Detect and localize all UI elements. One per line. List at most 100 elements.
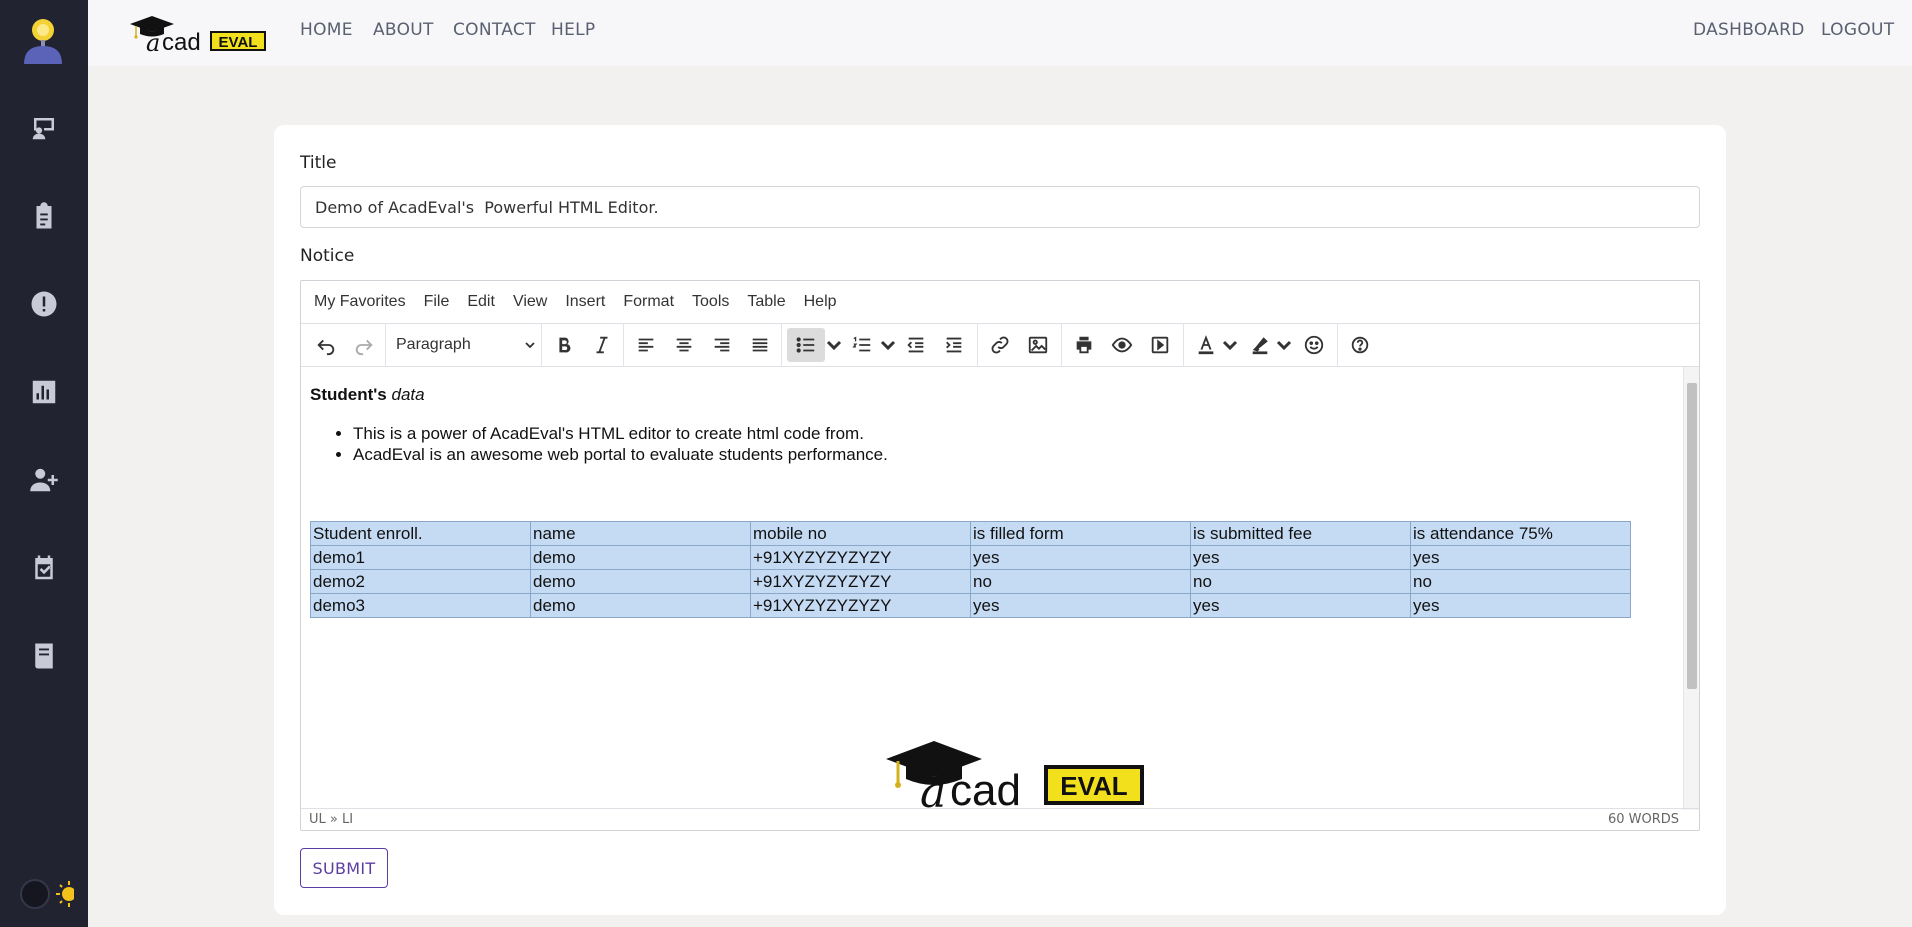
menu-edit[interactable]: Edit: [467, 293, 495, 311]
bullet-list-icon[interactable]: [787, 328, 825, 362]
table-cell[interactable]: Student enroll.: [310, 521, 531, 546]
content-heading: Student's data: [310, 385, 425, 404]
outdent-icon[interactable]: [899, 328, 933, 362]
menu-format[interactable]: Format: [623, 293, 674, 311]
table-cell[interactable]: demo: [530, 545, 751, 570]
preview-icon[interactable]: [1105, 328, 1139, 362]
chevron-down-icon: [525, 342, 535, 349]
menu-tools[interactable]: Tools: [692, 293, 729, 311]
block-format-select[interactable]: Paragraph: [396, 328, 536, 362]
table-cell[interactable]: demo: [530, 593, 751, 618]
align-right-icon[interactable]: [705, 328, 739, 362]
block-format-value: Paragraph: [396, 336, 471, 353]
nav-about[interactable]: ABOUT: [373, 20, 434, 40]
table-row: demo3 demo +91XYZYZYZYZY yes yes yes: [310, 593, 1631, 618]
bullet-list: This is a power of AcadEval's HTML edito…: [353, 423, 888, 465]
text-color-chevron-icon[interactable]: [1221, 328, 1239, 362]
add-user-icon[interactable]: [24, 460, 64, 500]
table-cell[interactable]: no: [1410, 569, 1631, 594]
media-icon[interactable]: [1143, 328, 1177, 362]
table-cell[interactable]: is submitted fee: [1190, 521, 1411, 546]
sidebar: [0, 0, 88, 927]
bold-icon[interactable]: [547, 328, 581, 362]
image-icon[interactable]: [1021, 328, 1055, 362]
table-cell[interactable]: yes: [970, 545, 1191, 570]
submit-button[interactable]: SUBMIT: [300, 848, 388, 888]
book-icon[interactable]: [24, 636, 64, 676]
align-center-icon[interactable]: [667, 328, 701, 362]
link-icon[interactable]: [983, 328, 1017, 362]
table-cell[interactable]: is attendance 75%: [1410, 521, 1631, 546]
content-acadeval-logo: a cad EVAL: [886, 739, 1146, 818]
acadeval-logo[interactable]: a cad EVAL: [128, 14, 268, 57]
notice-label: Notice: [300, 246, 355, 266]
menu-table[interactable]: Table: [747, 293, 785, 311]
undo-icon[interactable]: [309, 328, 343, 362]
table-cell[interactable]: yes: [970, 593, 1191, 618]
table-cell[interactable]: yes: [1190, 593, 1411, 618]
nav-home[interactable]: HOME: [300, 20, 353, 40]
table-cell[interactable]: no: [970, 569, 1191, 594]
menu-my-favorites[interactable]: My Favorites: [314, 293, 406, 311]
svg-text:a: a: [146, 29, 160, 54]
top-navbar: a cad EVAL HOME ABOUT CONTACT HELP DASHB…: [88, 0, 1912, 66]
table-cell[interactable]: demo: [530, 569, 751, 594]
redo-icon[interactable]: [347, 328, 381, 362]
calendar-check-icon[interactable]: [24, 548, 64, 588]
editor-content[interactable]: Student's data This is a power of AcadEv…: [301, 367, 1683, 818]
table-cell[interactable]: demo2: [310, 569, 531, 594]
align-justify-icon[interactable]: [743, 328, 777, 362]
editor-statusbar: UL » LI 60 WORDS: [301, 808, 1699, 830]
scrollbar-thumb[interactable]: [1687, 383, 1697, 689]
table-cell[interactable]: mobile no: [750, 521, 971, 546]
editor-scrollbar[interactable]: [1683, 367, 1699, 810]
nav-contact[interactable]: CONTACT: [453, 20, 536, 40]
help-icon[interactable]: [1343, 328, 1377, 362]
alert-icon[interactable]: [24, 284, 64, 324]
theme-toggle[interactable]: [18, 877, 82, 913]
table-cell[interactable]: yes: [1410, 545, 1631, 570]
numbered-list-icon[interactable]: [845, 328, 879, 362]
clipboard-icon[interactable]: [24, 196, 64, 236]
table-cell[interactable]: +91XYZYZYZYZY: [750, 569, 971, 594]
editor-menubar: My Favorites File Edit View Insert Forma…: [301, 281, 1699, 324]
title-label: Title: [300, 153, 337, 173]
table-cell[interactable]: is filled form: [970, 521, 1191, 546]
table-row: demo1 demo +91XYZYZYZYZY yes yes yes: [310, 545, 1631, 570]
classroom-icon[interactable]: [24, 108, 64, 148]
highlight-icon[interactable]: [1243, 328, 1277, 362]
element-path[interactable]: UL » LI: [309, 812, 353, 827]
italic-icon[interactable]: [585, 328, 619, 362]
emoji-icon[interactable]: [1297, 328, 1331, 362]
word-count[interactable]: 60 WORDS: [1608, 812, 1679, 827]
menu-help[interactable]: Help: [804, 293, 837, 311]
editor-toolbar: Paragraph: [301, 324, 1699, 367]
svg-text:EVAL: EVAL: [219, 34, 258, 51]
table-cell[interactable]: yes: [1190, 545, 1411, 570]
chart-icon[interactable]: [24, 372, 64, 412]
bullet-list-chevron-icon[interactable]: [825, 328, 843, 362]
indent-icon[interactable]: [937, 328, 971, 362]
text-color-icon[interactable]: [1189, 328, 1223, 362]
table-cell[interactable]: demo1: [310, 545, 531, 570]
nav-dashboard[interactable]: DASHBOARD: [1693, 20, 1805, 40]
align-left-icon[interactable]: [629, 328, 663, 362]
highlight-chevron-icon[interactable]: [1275, 328, 1293, 362]
table-cell[interactable]: name: [530, 521, 751, 546]
list-item: AcadEval is an awesome web portal to eva…: [353, 444, 888, 465]
nav-logout[interactable]: LOGOUT: [1821, 20, 1894, 40]
menu-view[interactable]: View: [513, 293, 547, 311]
menu-insert[interactable]: Insert: [565, 293, 605, 311]
table-row: demo2 demo +91XYZYZYZYZY no no no: [310, 569, 1631, 594]
table-cell[interactable]: no: [1190, 569, 1411, 594]
menu-file[interactable]: File: [424, 293, 450, 311]
print-icon[interactable]: [1067, 328, 1101, 362]
avatar-icon[interactable]: [20, 16, 66, 64]
title-input[interactable]: [300, 186, 1700, 228]
table-cell[interactable]: yes: [1410, 593, 1631, 618]
nav-help[interactable]: HELP: [551, 20, 595, 40]
numbered-list-chevron-icon[interactable]: [879, 328, 897, 362]
table-cell[interactable]: demo3: [310, 593, 531, 618]
table-cell[interactable]: +91XYZYZYZYZY: [750, 593, 971, 618]
table-cell[interactable]: +91XYZYZYZYZY: [750, 545, 971, 570]
